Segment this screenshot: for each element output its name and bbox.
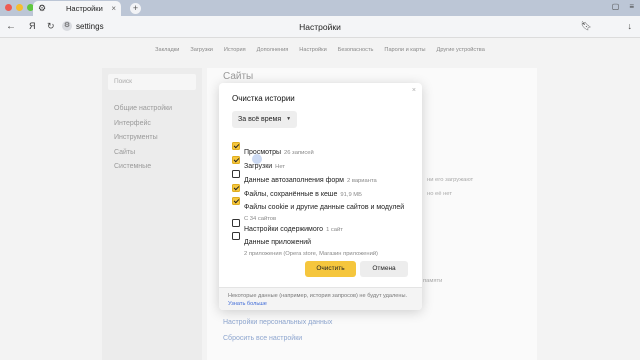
background-text: но её нет <box>427 191 452 197</box>
tab-close-icon[interactable]: × <box>111 4 116 13</box>
sidebar-item-interface[interactable]: Интерфейс <box>114 117 202 132</box>
gear-icon: ⚙ <box>38 3 47 13</box>
dialog-title: Очистка истории <box>232 94 295 103</box>
checkbox-downloads[interactable] <box>232 155 240 164</box>
option-label: Файлы cookie и другие данные сайтов и мо… <box>244 204 405 211</box>
option-sub: 2 приложения (Opera store, Магазин прило… <box>244 251 378 257</box>
window-controls <box>5 4 34 11</box>
nav-item-bookmarks[interactable]: Закладки <box>155 47 179 53</box>
new-tab-button[interactable]: + <box>130 3 141 14</box>
sidebar-item-tools[interactable]: Инструменты <box>114 131 202 146</box>
tab-settings[interactable]: ⚙ Настройки × <box>33 1 121 16</box>
cursor-highlight <box>252 154 262 164</box>
sidebar-item-sites[interactable]: Сайты <box>114 146 202 161</box>
nav-item-devices[interactable]: Другие устройства <box>437 47 485 53</box>
nav-item-settings[interactable]: Настройки <box>299 47 326 53</box>
chevron-down-icon: ▼ <box>286 116 292 122</box>
nav-item-passwords[interactable]: Пароли и карты <box>384 47 425 53</box>
checkbox-cookies[interactable] <box>232 196 240 205</box>
extensions-icon[interactable]: ▢ <box>612 2 620 11</box>
period-value: За всё время <box>238 116 282 123</box>
sidebar-item-system[interactable]: Системные <box>114 160 202 175</box>
learn-more-link[interactable]: Узнать больше <box>228 301 267 307</box>
nav-item-history[interactable]: История <box>224 47 246 53</box>
clear-history-dialog: Очистка истории × За всё время ▼ Просмот… <box>219 83 422 310</box>
option-label: Данные приложений <box>244 239 312 246</box>
checkbox-autofill[interactable] <box>232 169 240 178</box>
close-window-button[interactable] <box>5 4 12 11</box>
close-icon[interactable]: × <box>412 87 416 94</box>
personal-data-settings-link[interactable]: Настройки персональных данных <box>223 319 332 326</box>
minimize-window-button[interactable] <box>16 4 23 11</box>
checkbox-app-data[interactable] <box>232 231 240 240</box>
nav-item-extensions[interactable]: Дополнения <box>257 47 289 53</box>
reset-settings-link[interactable]: Сбросить все настройки <box>223 335 302 342</box>
option-app-data[interactable]: Данные приложений 2 приложения (Opera sto… <box>232 231 378 257</box>
option-meta: 26 записей <box>284 150 314 156</box>
tab-title: Настройки <box>66 4 103 13</box>
menu-icon[interactable]: ≡ <box>629 2 634 11</box>
checkbox-cache[interactable] <box>232 183 240 192</box>
nav-item-security[interactable]: Безопасность <box>338 47 374 53</box>
window-tools: ▢ ≡ <box>612 2 634 11</box>
checkbox-views[interactable] <box>232 141 240 150</box>
background-text: ни его загружают <box>427 177 474 183</box>
settings-search-input[interactable]: Поиск <box>108 74 196 90</box>
bookmark-icon[interactable]: 🔖︎ <box>581 21 592 32</box>
background-text: памяти <box>423 278 443 284</box>
settings-nav: Закладки Загрузки История Дополнения Нас… <box>0 47 640 53</box>
section-title: Сайты <box>223 71 254 82</box>
sidebar-item-general[interactable]: Общие настройки <box>114 102 202 117</box>
page-title: Настройки <box>299 22 341 32</box>
footer-note: Некоторые данные (например, история запр… <box>228 293 408 299</box>
period-select[interactable]: За всё время ▼ <box>232 111 298 128</box>
checkbox-content-settings[interactable] <box>232 218 240 227</box>
clear-button[interactable]: Очистить <box>305 261 356 277</box>
dialog-footer: Некоторые данные (например, история запр… <box>219 287 422 310</box>
download-icon[interactable]: ↓ <box>628 21 633 31</box>
cancel-button[interactable]: Отмена <box>360 261 408 277</box>
tab-bar: ⚙ Настройки × + ▢ ≡ <box>0 0 640 16</box>
nav-item-downloads[interactable]: Загрузки <box>190 47 213 53</box>
address-bar: ← Я ↻ ⚙ settings Настройки 🔖︎ ↓ <box>0 16 640 38</box>
settings-sidebar: Поиск Общие настройки Интерфейс Инструме… <box>102 68 202 360</box>
